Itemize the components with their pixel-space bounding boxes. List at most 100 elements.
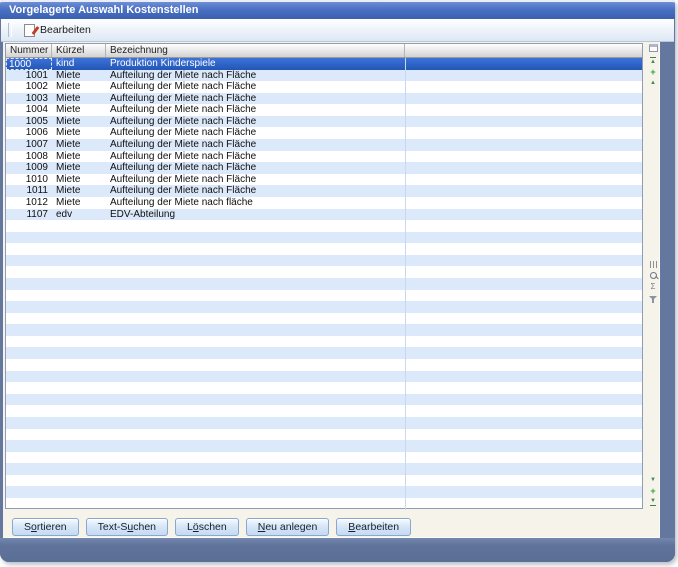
table-row[interactable]: 1005MieteAufteilung der Miete nach Fläch… — [6, 116, 642, 128]
field-chooser-icon[interactable] — [648, 43, 659, 52]
cell-num — [6, 475, 52, 487]
table-row[interactable]: 1012MieteAufteilung der Miete nach fläch… — [6, 197, 642, 209]
cell-num: 1009 — [6, 162, 52, 174]
cell-bz — [106, 417, 405, 429]
table-row-empty[interactable] — [6, 440, 642, 452]
cell-kz: Miete — [52, 93, 106, 105]
table-row-empty[interactable] — [6, 371, 642, 383]
cell-bz — [106, 232, 405, 244]
cell-num — [6, 371, 52, 383]
cell-bz — [106, 266, 405, 278]
cell-num: 1004 — [6, 104, 52, 116]
cell-bz: Aufteilung der Miete nach Fläche — [106, 139, 405, 151]
filter-icon[interactable] — [648, 293, 659, 302]
cell-bz: Aufteilung der Miete nach fläche — [106, 197, 405, 209]
cell-kz — [52, 301, 106, 313]
column-header-nummer[interactable]: Nummer▼ — [6, 44, 52, 57]
table-row[interactable]: 1001MieteAufteilung der Miete nach Fläch… — [6, 70, 642, 82]
sum-icon[interactable]: Σ — [648, 282, 659, 291]
cell-num — [6, 255, 52, 267]
table-row-empty[interactable] — [6, 313, 642, 325]
cell-bz — [106, 290, 405, 302]
cell-bz: Aufteilung der Miete nach Fläche — [106, 116, 405, 128]
cell-num: 1003 — [6, 93, 52, 105]
cell-bz: Aufteilung der Miete nach Fläche — [106, 127, 405, 139]
table-row[interactable]: 1002MieteAufteilung der Miete nach Fläch… — [6, 81, 642, 93]
cell-bz: Produktion Kinderspiele — [106, 58, 405, 70]
cell-kz: Miete — [52, 197, 106, 209]
table-row[interactable]: 1003MieteAufteilung der Miete nach Fläch… — [6, 93, 642, 105]
cell-num — [6, 278, 52, 290]
table-row-empty[interactable] — [6, 429, 642, 441]
cell-bz — [106, 463, 405, 475]
table-row-empty[interactable] — [6, 359, 642, 371]
toolbar-edit-button[interactable]: Bearbeiten — [18, 22, 97, 39]
cell-kz — [52, 278, 106, 290]
table-row[interactable]: 1009MieteAufteilung der Miete nach Fläch… — [6, 162, 642, 174]
cell-kz — [52, 347, 106, 359]
scroll-up-icon[interactable]: ▲ — [648, 78, 659, 87]
table-row-empty[interactable] — [6, 405, 642, 417]
cell-kz: Miete — [52, 151, 106, 163]
table-row[interactable]: 1011MieteAufteilung der Miete nach Fläch… — [6, 185, 642, 197]
cell-bz: Aufteilung der Miete nach Fläche — [106, 185, 405, 197]
table-row[interactable]: 1008MieteAufteilung der Miete nach Fläch… — [6, 151, 642, 163]
table-row-empty[interactable] — [6, 382, 642, 394]
sortieren-button[interactable]: Sortieren — [12, 518, 79, 536]
table-row-empty[interactable] — [6, 243, 642, 255]
l-schen-button[interactable]: Löschen — [175, 518, 239, 536]
table-row-empty[interactable] — [6, 255, 642, 267]
cell-num — [6, 359, 52, 371]
table-row-empty[interactable] — [6, 324, 642, 336]
table-row-empty[interactable] — [6, 232, 642, 244]
table-row-empty[interactable] — [6, 394, 642, 406]
cell-kz — [52, 440, 106, 452]
cell-bz: Aufteilung der Miete nach Fläche — [106, 93, 405, 105]
table-row-empty[interactable] — [6, 463, 642, 475]
scroll-top-icon[interactable]: ▲ — [648, 56, 659, 65]
bearbeiten-button[interactable]: Bearbeiten — [336, 518, 411, 536]
neu-anlegen-button[interactable]: Neu anlegen — [246, 518, 330, 536]
column-header-krzel[interactable]: Kürzel — [52, 44, 106, 57]
column-header-empty[interactable] — [405, 44, 642, 57]
toolbar-grip[interactable] — [8, 23, 12, 37]
grid-header: Nummer▼KürzelBezeichnung — [6, 44, 642, 58]
table-row[interactable]: 1006MieteAufteilung der Miete nach Fläch… — [6, 127, 642, 139]
table-row[interactable]: 1107edvEDV-Abteilung — [6, 209, 642, 221]
cell-bz: Aufteilung der Miete nach Fläche — [106, 162, 405, 174]
cell-kz — [52, 382, 106, 394]
columns-icon[interactable] — [648, 260, 659, 269]
table-row-empty[interactable] — [6, 347, 642, 359]
table-row-empty[interactable] — [6, 336, 642, 348]
search-icon[interactable] — [648, 271, 659, 280]
table-row[interactable]: 1007MieteAufteilung der Miete nach Fläch… — [6, 139, 642, 151]
title-bar: Vorgelagerte Auswahl Kostenstellen — [0, 0, 675, 19]
table-row-empty[interactable] — [6, 278, 642, 290]
table-row-empty[interactable] — [6, 290, 642, 302]
table-row[interactable]: 1004MieteAufteilung der Miete nach Fläch… — [6, 104, 642, 116]
scroll-down-icon[interactable]: ▼ — [648, 475, 659, 484]
text-suchen-button[interactable]: Text-Suchen — [86, 518, 168, 536]
table-row-empty[interactable] — [6, 220, 642, 232]
table-row-empty[interactable] — [6, 475, 642, 487]
table-row-empty[interactable] — [6, 266, 642, 278]
cell-num — [6, 486, 52, 498]
content-area: Nummer▼KürzelBezeichnung 1000kindProdukt… — [3, 42, 660, 538]
append-row-icon[interactable]: + — [648, 486, 659, 495]
column-header-bezeichnung[interactable]: Bezeichnung — [106, 44, 405, 57]
cell-kz — [52, 232, 106, 244]
field-chooser-icon-glyph — [649, 44, 658, 52]
table-row-empty[interactable] — [6, 452, 642, 464]
insert-row-icon[interactable]: + — [648, 67, 659, 76]
table-row[interactable]: 1010MieteAufteilung der Miete nach Fläch… — [6, 174, 642, 186]
cell-num — [6, 347, 52, 359]
table-row-empty[interactable] — [6, 498, 642, 510]
cell-bz — [106, 359, 405, 371]
table-row-empty[interactable] — [6, 417, 642, 429]
scroll-bottom-icon[interactable]: ▼ — [648, 497, 659, 506]
table-row[interactable]: 1000kindProduktion Kinderspiele — [6, 58, 642, 70]
cell-kz — [52, 266, 106, 278]
table-row-empty[interactable] — [6, 486, 642, 498]
grid-body: 1000kindProduktion Kinderspiele1001Miete… — [6, 58, 642, 510]
table-row-empty[interactable] — [6, 301, 642, 313]
